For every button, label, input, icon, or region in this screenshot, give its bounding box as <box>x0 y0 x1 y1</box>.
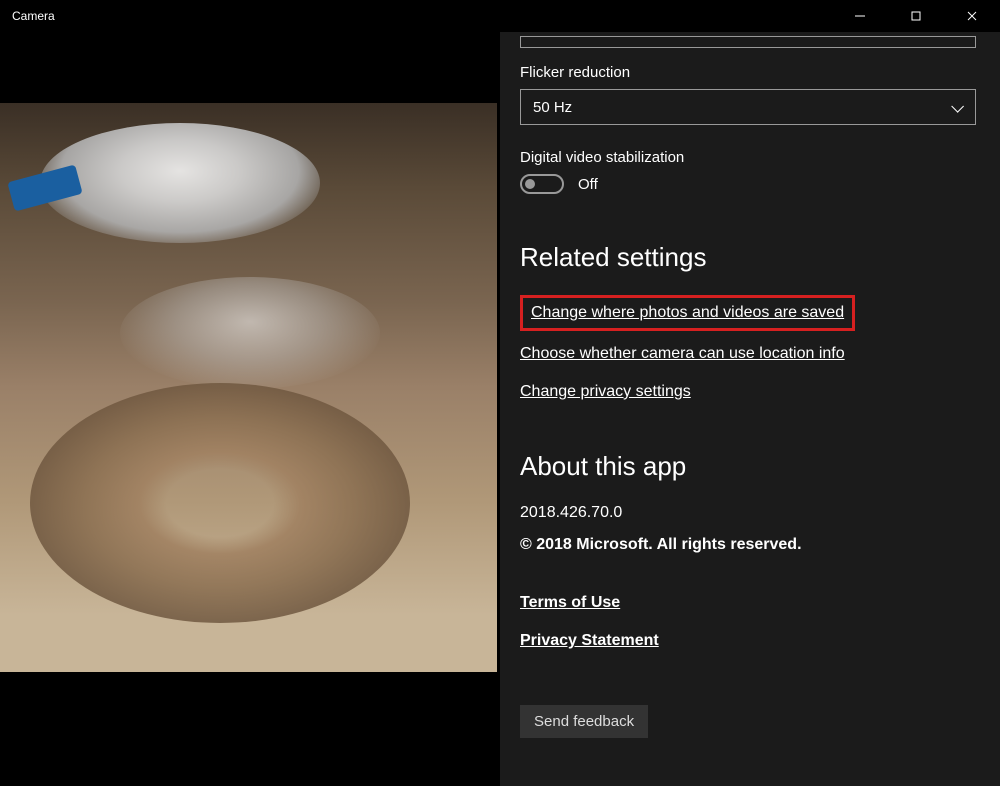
window-controls <box>832 0 1000 32</box>
flicker-dropdown[interactable]: 50 Hz <box>520 89 976 125</box>
highlighted-link-box: Change where photos and videos are saved <box>520 295 855 331</box>
chevron-down-icon <box>951 104 963 111</box>
app-title: Camera <box>12 9 55 23</box>
preview-object <box>30 383 410 623</box>
stabilization-label: Digital video stabilization <box>520 149 984 166</box>
preview-object <box>40 123 320 243</box>
stabilization-state: Off <box>578 176 598 193</box>
app-version: 2018.426.70.0 <box>520 504 984 522</box>
copyright: © 2018 Microsoft. All rights reserved. <box>520 536 984 554</box>
partial-dropdown[interactable] <box>520 36 976 48</box>
main-content: Flicker reduction 50 Hz Digital video st… <box>0 32 1000 786</box>
change-save-location-link[interactable]: Change where photos and videos are saved <box>531 304 844 322</box>
titlebar: Camera <box>0 0 1000 32</box>
privacy-settings-link[interactable]: Change privacy settings <box>520 383 691 401</box>
terms-link[interactable]: Terms of Use <box>520 594 620 612</box>
stabilization-toggle-row: Off <box>520 174 984 194</box>
minimize-button[interactable] <box>832 0 888 32</box>
toggle-knob <box>525 179 535 189</box>
flicker-label: Flicker reduction <box>520 64 984 81</box>
about-section: About this app 2018.426.70.0 © 2018 Micr… <box>520 451 984 738</box>
settings-panel[interactable]: Flicker reduction 50 Hz Digital video st… <box>500 32 1000 786</box>
maximize-button[interactable] <box>888 0 944 32</box>
preview-object <box>120 277 380 389</box>
camera-preview <box>0 103 497 672</box>
maximize-icon <box>910 10 922 22</box>
related-settings-heading: Related settings <box>520 242 984 273</box>
location-info-link[interactable]: Choose whether camera can use location i… <box>520 345 845 363</box>
close-button[interactable] <box>944 0 1000 32</box>
send-feedback-button[interactable]: Send feedback <box>520 705 648 738</box>
minimize-icon <box>854 10 866 22</box>
close-icon <box>966 10 978 22</box>
privacy-statement-link[interactable]: Privacy Statement <box>520 632 659 650</box>
about-heading: About this app <box>520 451 984 482</box>
stabilization-toggle[interactable] <box>520 174 564 194</box>
flicker-value: 50 Hz <box>533 99 572 116</box>
